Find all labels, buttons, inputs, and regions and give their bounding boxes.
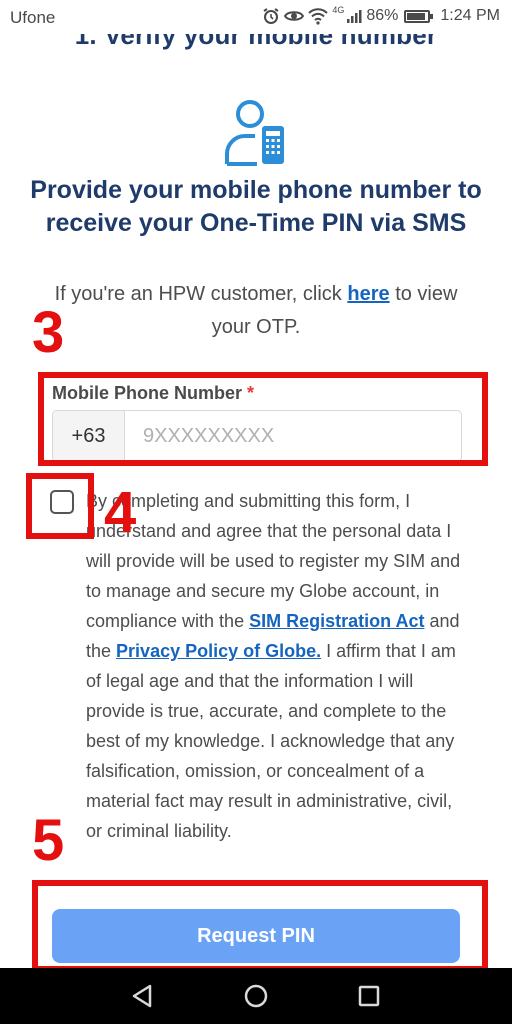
headline: Provide your mobile phone number to rece… — [30, 176, 482, 237]
annotation-number-3: 3 — [32, 300, 65, 365]
annotation-number-4: 4 — [104, 480, 137, 545]
signal-icon — [347, 10, 362, 23]
annotation-box-button — [32, 880, 488, 972]
navigation-bar — [0, 968, 512, 1024]
back-triangle-icon[interactable] — [128, 982, 158, 1010]
hpw-text-prefix: If you're an HPW customer, click — [54, 283, 342, 305]
annotation-box-checkbox — [26, 473, 94, 539]
clock-time: 1:24 PM — [440, 7, 500, 24]
status-bar: Ufone 4G 86% 1:24 PM — [0, 0, 512, 34]
sim-registration-act-link[interactable]: SIM Registration Act — [249, 611, 424, 631]
privacy-policy-link[interactable]: Privacy Policy of Globe. — [116, 641, 321, 661]
network-type: 4G — [332, 5, 345, 15]
carrier-name: Ufone — [10, 8, 56, 27]
battery-icon — [404, 9, 434, 23]
hpw-notice: If you're an HPW customer, click here to… — [40, 278, 472, 344]
annotation-box-phone-field — [38, 372, 488, 466]
eye-icon — [284, 11, 305, 21]
home-circle-icon[interactable] — [241, 982, 271, 1010]
annotation-number-5: 5 — [32, 808, 65, 873]
wifi-icon — [308, 8, 329, 25]
consent-text-part3: I affirm that I am of legal age and that… — [86, 641, 456, 841]
consent-text: By completing and submitting this form, … — [86, 486, 466, 846]
battery-percent: 86% — [366, 7, 399, 24]
alarm-icon — [263, 8, 279, 24]
consent-text-part1: By completing and submitting this form, … — [86, 491, 461, 631]
user-phone-icon — [225, 100, 284, 166]
status-icons: 4G 86% 1:24 PM — [262, 5, 500, 25]
hpw-here-link[interactable]: here — [347, 283, 389, 305]
recents-square-icon[interactable] — [354, 982, 384, 1010]
